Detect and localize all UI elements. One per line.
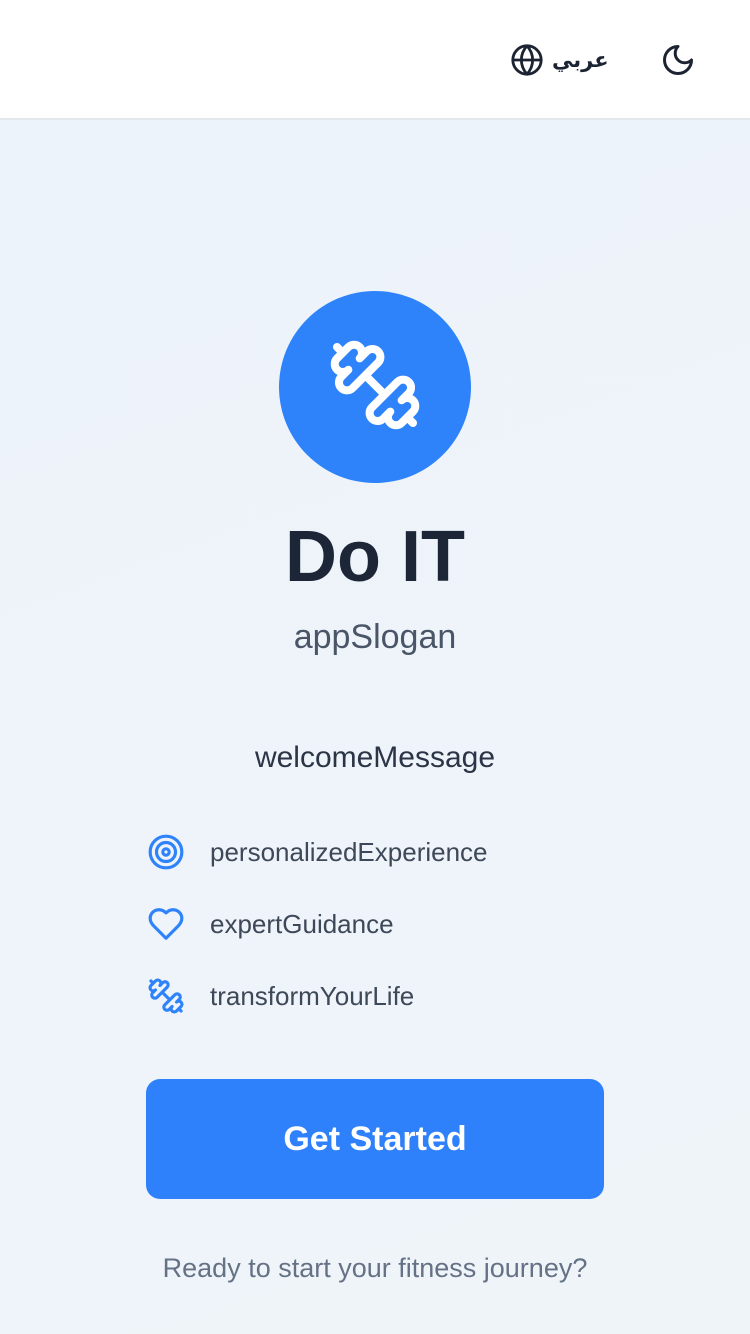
dumbbell-icon (327, 337, 423, 438)
feature-item: personalizedExperience (146, 832, 606, 872)
welcome-message: welcomeMessage (254, 741, 496, 774)
globe-icon (510, 43, 544, 77)
get-started-button[interactable]: Get Started (146, 1079, 604, 1199)
dumbbell-icon (146, 976, 186, 1016)
footer-tagline: Ready to start your fitness journey? (162, 1253, 588, 1283)
app-logo (279, 291, 471, 483)
feature-label: expertGuidance (210, 909, 394, 939)
target-icon (146, 832, 186, 872)
heart-icon (146, 904, 186, 944)
feature-item: expertGuidance (146, 904, 606, 944)
app-slogan: appSlogan (293, 618, 457, 656)
feature-list: personalizedExperience expertGuidance tr… (146, 832, 606, 1048)
top-bar: عربي (0, 0, 750, 120)
feature-label: personalizedExperience (210, 837, 488, 867)
moon-icon (660, 42, 696, 78)
app-title: Do IT (285, 517, 465, 597)
feature-item: transformYourLife (146, 976, 606, 1016)
language-label: عربي (552, 48, 609, 72)
language-toggle-button[interactable]: عربي (510, 42, 609, 78)
welcome-screen: Do IT appSlogan welcomeMessage personali… (0, 120, 750, 1334)
theme-toggle-button[interactable] (660, 42, 696, 78)
feature-label: transformYourLife (210, 981, 415, 1011)
